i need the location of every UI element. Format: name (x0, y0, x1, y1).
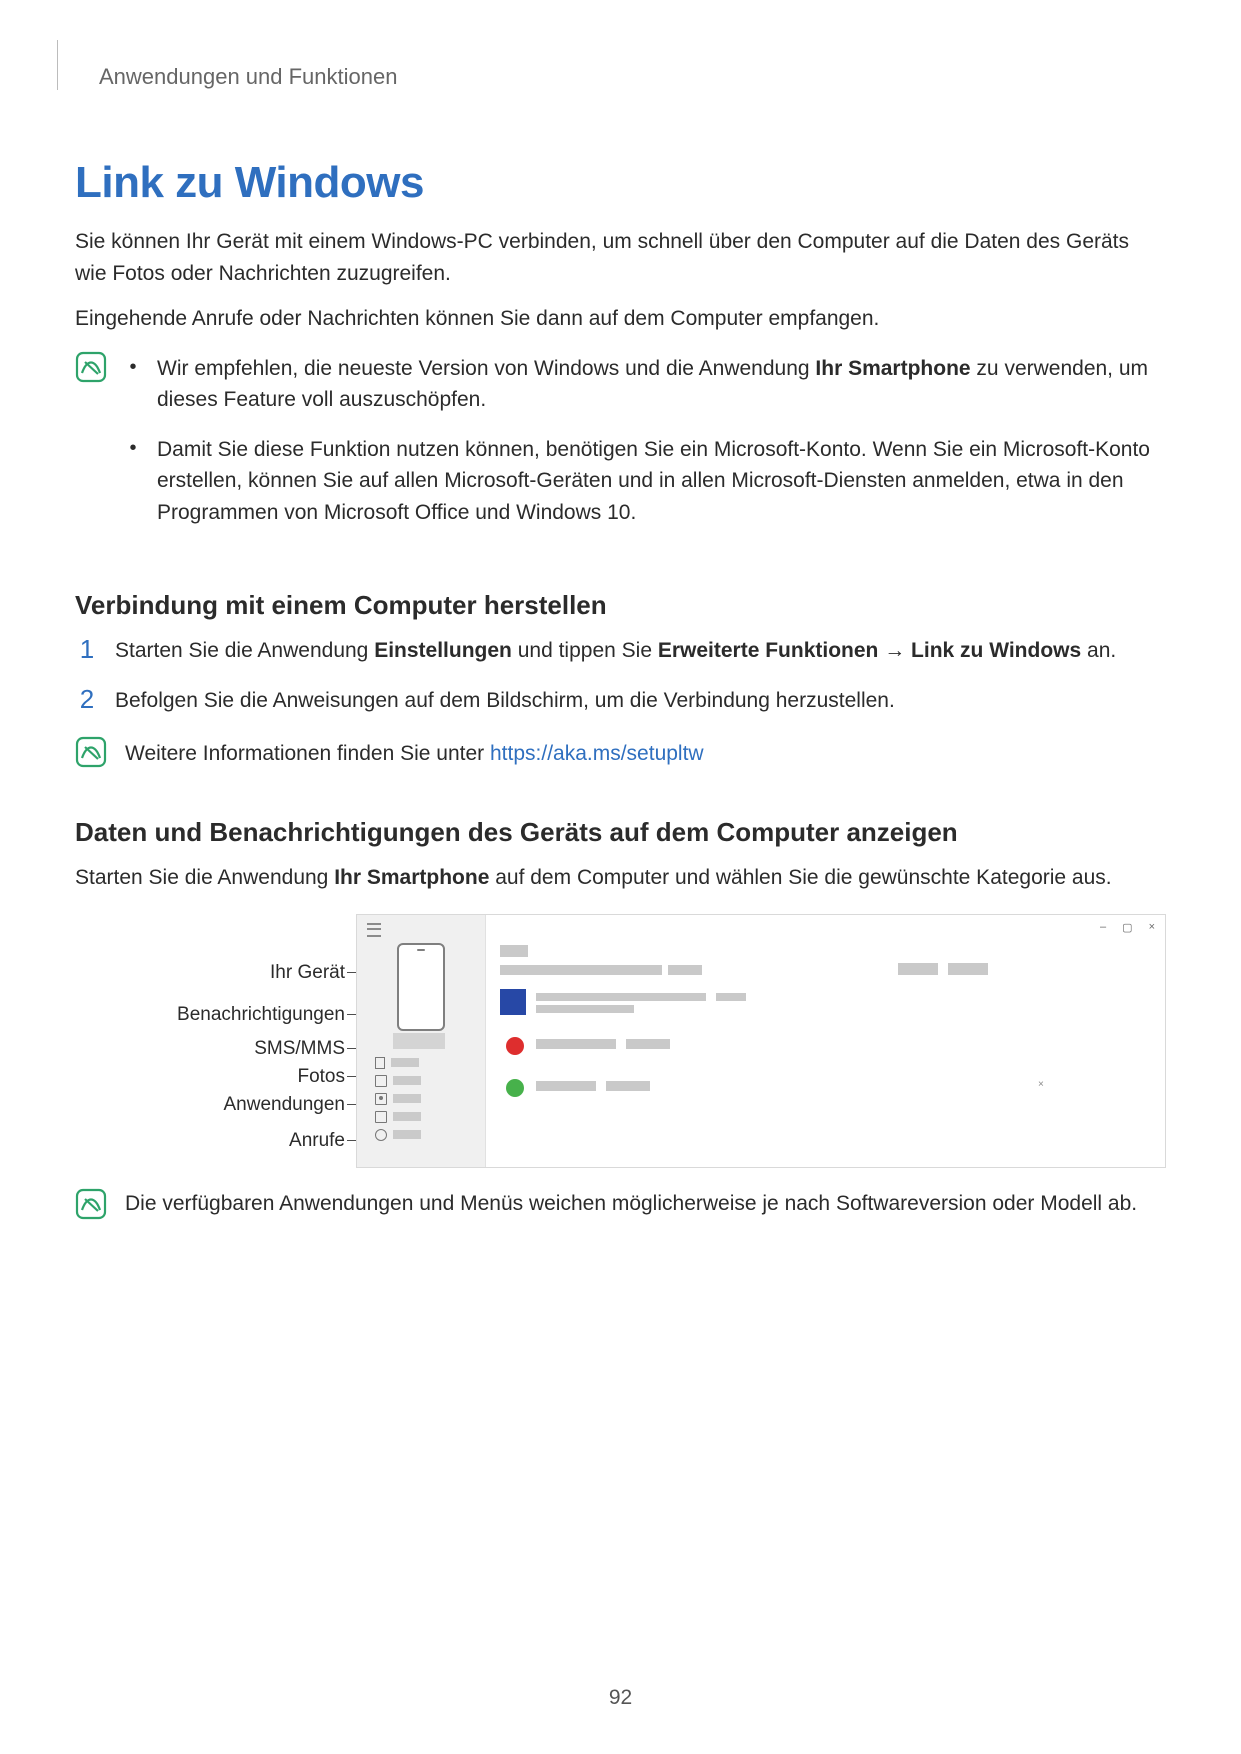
note-icon (75, 351, 107, 547)
page-number: 92 (0, 1686, 1241, 1710)
app-sidebar (357, 915, 486, 1167)
window-close-icon[interactable]: × (1149, 921, 1157, 934)
content-block (668, 965, 702, 975)
step-2-text: Befolgen Sie die Anweisungen auf dem Bil… (115, 685, 1166, 717)
notification-dot-icon (506, 1079, 524, 1097)
breadcrumb: Anwendungen und Funktionen (99, 64, 1166, 90)
content-block (536, 993, 706, 1001)
content-block (500, 945, 528, 957)
sidebar-item-sms[interactable] (375, 1075, 421, 1087)
step-number-1: 1 (75, 635, 99, 667)
content-block (948, 963, 988, 975)
sidebar-item-calls[interactable] (375, 1129, 421, 1141)
section-heading-view-data: Daten und Benachrichtigungen des Geräts … (75, 817, 1166, 848)
intro-paragraph-2: Eingehende Anrufe oder Nachrichten könne… (75, 303, 1166, 335)
callout-notifications: Benachrichtigungen (177, 1004, 345, 1026)
note-block-link: Weitere Informationen finden Sie unter h… (75, 734, 1166, 773)
callout-calls: Anrufe (289, 1130, 345, 1152)
section2-paragraph: Starten Sie die Anwendung Ihr Smartphone… (75, 862, 1166, 894)
note-block-availability: Die verfügbaren Anwendungen und Menüs we… (75, 1186, 1166, 1225)
note-bullet-1: Wir empfehlen, die neueste Version von W… (157, 353, 1166, 416)
callout-apps: Anwendungen (224, 1094, 346, 1116)
content-block (626, 1039, 670, 1049)
app-tile-icon (500, 989, 526, 1015)
callout-sms: SMS/MMS (254, 1038, 345, 1060)
phone-preview (397, 943, 445, 1031)
sidebar-device-label (393, 1033, 445, 1049)
callout-your-device: Ihr Gerät (270, 962, 345, 984)
dismiss-icon[interactable]: × (1038, 1079, 1048, 1089)
intro-paragraph-1: Sie können Ihr Gerät mit einem Windows-P… (75, 226, 1166, 289)
content-block (536, 1005, 634, 1013)
content-block (898, 963, 938, 975)
content-block (606, 1081, 650, 1091)
content-block (500, 965, 662, 975)
note-final-text: Die verfügbaren Anwendungen und Menüs we… (125, 1186, 1166, 1225)
section-heading-connect: Verbindung mit einem Computer herstellen (75, 590, 1166, 621)
content-block (536, 1039, 616, 1049)
hamburger-icon[interactable] (367, 923, 381, 937)
your-phone-app-diagram: Ihr Gerät Benachrichtigungen SMS/MMS Fot… (75, 914, 1166, 1174)
app-main-pane: – ▢ × (486, 915, 1165, 1167)
bullet-dot-icon: • (125, 353, 141, 416)
sidebar-item-photos[interactable] (375, 1093, 421, 1105)
note-bullet-2: Damit Sie diese Funktion nutzen können, … (157, 434, 1166, 529)
sidebar-item-apps[interactable] (375, 1111, 421, 1123)
window-minimize-icon[interactable]: – (1100, 921, 1108, 934)
note-block-recommendations: • Wir empfehlen, die neueste Version von… (75, 349, 1166, 547)
step-1-text: Starten Sie die Anwendung Einstellungen … (115, 635, 1166, 667)
callout-photos: Fotos (297, 1066, 345, 1088)
step-number-2: 2 (75, 685, 99, 717)
bullet-dot-icon: • (125, 434, 141, 529)
page-title: Link zu Windows (75, 158, 1166, 208)
note-icon (75, 1188, 107, 1225)
sidebar-item-notifications[interactable] (375, 1057, 419, 1069)
notification-dot-icon (506, 1037, 524, 1055)
window-maximize-icon[interactable]: ▢ (1122, 921, 1134, 934)
content-block (536, 1081, 596, 1091)
note-link-pre: Weitere Informationen finden Sie unter (125, 742, 490, 765)
app-window: – ▢ × (356, 914, 1166, 1168)
note-icon (75, 736, 107, 773)
setup-link[interactable]: https://aka.ms/setupltw (490, 742, 704, 765)
content-block (716, 993, 746, 1001)
